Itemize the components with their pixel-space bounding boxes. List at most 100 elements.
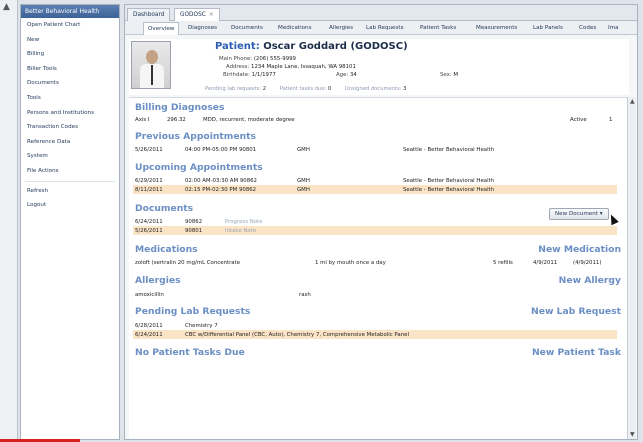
- new-allergy-link[interactable]: New Allergy: [559, 275, 621, 286]
- documents-title: Documents: [135, 203, 194, 214]
- content-scrollbar[interactable]: ▲ ▼: [627, 97, 636, 439]
- table-row[interactable]: 5/26/2011 90801 Intake Note: [133, 226, 617, 235]
- table-row[interactable]: 6/28/2011 Chemistry 7: [133, 321, 617, 330]
- appt-location: Seattle - Better Behavioral Health: [403, 186, 495, 193]
- new-patient-task-link[interactable]: New Patient Task: [532, 347, 621, 358]
- table-row[interactable]: zoloft (sertralin 20 mg/mL Concentrate 1…: [133, 258, 617, 267]
- med-end: (4/9/2011): [573, 259, 602, 266]
- table-row[interactable]: 5/26/2011 04:00 PM-05:00 PM 90801 GMH Se…: [133, 145, 617, 154]
- patient-name: Oscar Goddard (GODOSC): [263, 41, 408, 52]
- new-document-label: New Document: [555, 211, 598, 217]
- scroll-down-icon[interactable]: ▼: [630, 431, 635, 438]
- sidebar-item-open-patient-chart[interactable]: Open Patient Chart: [21, 18, 119, 33]
- patient-name-heading: Patient: Oscar Goddard (GODOSC): [215, 41, 408, 52]
- med-drug: zoloft (sertralin 20 mg/mL Concentrate: [135, 259, 241, 266]
- address-value: 1234 Maple Lane, Issaquah, WA 98101: [251, 64, 356, 70]
- tab-lab-requests[interactable]: Lab Requests: [364, 22, 406, 35]
- patient-sex-row: Sex: M: [440, 72, 458, 78]
- tab-overview[interactable]: Overview: [143, 22, 180, 35]
- sex-value: M: [453, 72, 459, 78]
- close-tab-icon[interactable]: ×: [209, 12, 214, 18]
- sidebar-item-persons-institutions[interactable]: Persons and Institutions: [21, 106, 119, 121]
- doc-note: Intake Note: [225, 227, 257, 234]
- patient-age-row: Age: 34: [336, 72, 357, 78]
- sidebar: Better Behavioral Health Open Patient Ch…: [20, 4, 120, 440]
- patient-tab-bar: Overview Diagnoses Documents Medications…: [125, 21, 637, 35]
- birthdate-value: 1/1/1977: [251, 72, 276, 78]
- patient-header: Patient: Oscar Goddard (GODOSC) Main Pho…: [129, 39, 629, 95]
- medications-title: Medications: [135, 244, 198, 255]
- main-phone-value: (206) 555-9999: [253, 56, 296, 62]
- tab-allergies[interactable]: Allergies: [327, 22, 355, 35]
- tab-medications[interactable]: Medications: [276, 22, 314, 35]
- tab-patient-tasks[interactable]: Patient Tasks: [418, 22, 458, 35]
- doc-note: Progress Note: [225, 218, 263, 225]
- doc-date: 5/26/2011: [135, 227, 163, 234]
- appt-provider: GMH: [297, 186, 310, 193]
- main-phone-label: Main Phone:: [219, 56, 253, 62]
- dx-axis: Axis I: [135, 116, 150, 123]
- appt-date: 5/26/2011: [135, 146, 163, 153]
- appt-date: 8/11/2011: [135, 186, 163, 193]
- tasks-due-count: 0: [327, 86, 332, 92]
- sidebar-item-billing[interactable]: Billing: [21, 47, 119, 62]
- tab-patient-godosc[interactable]: GODOSC ×: [174, 8, 220, 21]
- sidebar-item-refresh[interactable]: Refresh: [21, 184, 119, 199]
- tab-images[interactable]: Ima: [606, 22, 621, 35]
- sex-label: Sex:: [440, 72, 452, 78]
- med-start: 4/9/2011: [533, 259, 558, 266]
- sidebar-item-new[interactable]: New: [21, 33, 119, 48]
- sidebar-item-transaction-codes[interactable]: Transaction Codes: [21, 120, 119, 135]
- tab-dashboard[interactable]: Dashboard: [127, 8, 171, 21]
- table-row[interactable]: 6/24/2011 90862 Progress Note: [133, 217, 617, 226]
- tab-diagnoses[interactable]: Diagnoses: [186, 22, 219, 35]
- patient-photo: [131, 41, 171, 89]
- patient-tasks-title: No Patient Tasks Due: [135, 347, 245, 358]
- sidebar-item-reference-data[interactable]: Reference Data: [21, 135, 119, 150]
- appt-provider: GMH: [297, 146, 310, 153]
- sidebar-item-tools[interactable]: Tools: [21, 91, 119, 106]
- appt-time: 02:15 PM-02:30 PM 90862: [185, 186, 257, 193]
- tab-dashboard-label: Dashboard: [133, 12, 165, 18]
- sidebar-item-file-actions[interactable]: File Actions: [21, 164, 119, 179]
- new-document-button[interactable]: New Document ▾: [549, 208, 609, 220]
- appt-location: Seattle - Better Behavioral Health: [403, 177, 495, 184]
- sidebar-item-logout[interactable]: Logout: [21, 198, 119, 213]
- age-value: 34: [349, 72, 357, 78]
- sidebar-item-biller-tools[interactable]: Biller Tools: [21, 62, 119, 77]
- sidebar-item-documents[interactable]: Documents: [21, 76, 119, 91]
- overview-content: Billing Diagnoses Axis I 296.32 MDD, rec…: [129, 97, 627, 439]
- tab-patient-label: GODOSC: [180, 12, 206, 18]
- table-row[interactable]: 6/24/2011 CBC w/Differential Panel (CBC,…: [133, 330, 617, 339]
- table-row[interactable]: Axis I 296.32 MDD, recurrent, moderate d…: [133, 115, 617, 124]
- tasks-due-label: Patient tasks due:: [279, 86, 327, 92]
- tab-measurements[interactable]: Measurements: [474, 22, 519, 35]
- dx-code: 296.32: [167, 116, 186, 123]
- dx-status: Active: [570, 116, 587, 123]
- table-row[interactable]: amoxicillin rash: [133, 290, 617, 299]
- new-medication-link[interactable]: New Medication: [538, 244, 621, 255]
- pending-lab-count: 2: [262, 86, 267, 92]
- tab-codes[interactable]: Codes: [577, 22, 598, 35]
- sidebar-item-system[interactable]: System: [21, 149, 119, 164]
- new-lab-request-link[interactable]: New Lab Request: [531, 306, 621, 317]
- main-panel: Dashboard GODOSC × Overview Diagnoses Doc…: [124, 4, 638, 440]
- scroll-up-arrow-icon[interactable]: ▲: [3, 2, 10, 12]
- appt-time: 02:00 AM-03:30 AM 90862: [185, 177, 257, 184]
- pending-lab-requests-title: Pending Lab Requests: [135, 306, 251, 317]
- allergy-reaction: rash: [299, 291, 311, 298]
- table-row[interactable]: 6/29/2011 02:00 AM-03:30 AM 90862 GMH Se…: [133, 176, 617, 185]
- tab-lab-panels[interactable]: Lab Panels: [531, 22, 565, 35]
- table-row[interactable]: 8/11/2011 02:15 PM-02:30 PM 90862 GMH Se…: [133, 185, 617, 194]
- unsigned-docs-label: Unsigned documents:: [344, 86, 402, 92]
- dx-description: MDD, recurrent, moderate degree: [203, 116, 295, 123]
- photo-tie-shape: [151, 65, 153, 85]
- photo-head-shape: [146, 50, 158, 64]
- lab-description: Chemistry 7: [185, 322, 218, 329]
- patient-phone-row: Main Phone: (206) 555-9999: [219, 56, 296, 62]
- med-refills: 5 refills: [493, 259, 513, 266]
- tab-documents[interactable]: Documents: [229, 22, 265, 35]
- patient-pending-summary: Pending lab requests: 2 Patient tasks du…: [205, 86, 418, 92]
- doc-date: 6/24/2011: [135, 218, 163, 225]
- scroll-up-icon[interactable]: ▲: [630, 98, 635, 105]
